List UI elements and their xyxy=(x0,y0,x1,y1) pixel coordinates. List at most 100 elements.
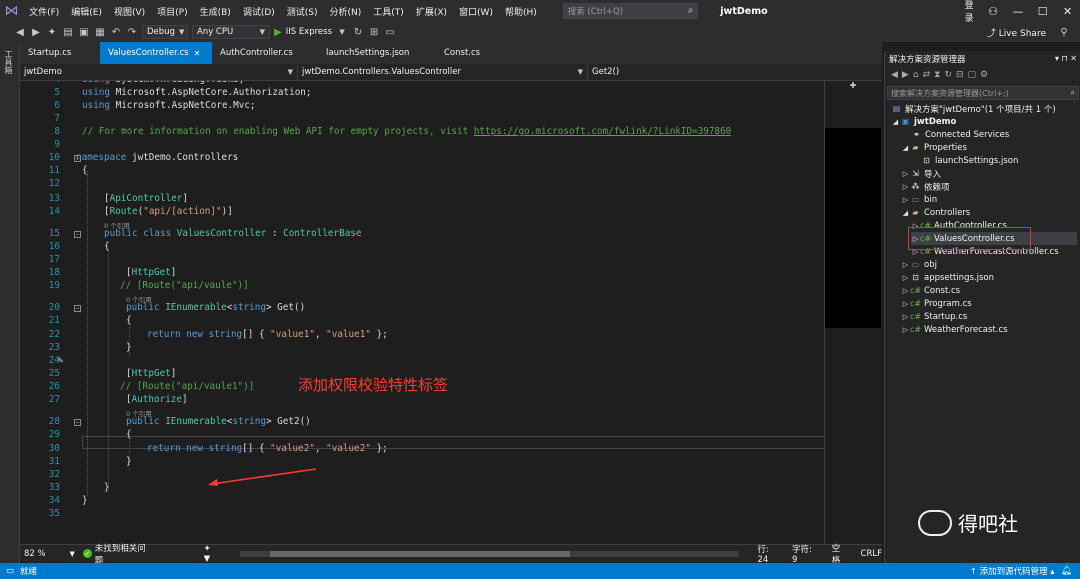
issues-indicator[interactable]: ✓ 未找到相关问题 xyxy=(82,542,154,566)
tree-item-program[interactable]: ▷ c# Program.cs xyxy=(901,297,972,310)
menu-test[interactable]: 测试(S) xyxy=(281,5,324,18)
bookmark-icon[interactable]: ▭ xyxy=(384,27,396,38)
tree-item-controllers[interactable]: ◢ ▰ Controllers xyxy=(901,206,970,219)
forward-icon[interactable]: ▶ xyxy=(902,70,909,80)
split-icon[interactable]: ✚ xyxy=(825,81,881,91)
minimize-button[interactable]: — xyxy=(1005,5,1030,18)
run-target-button[interactable]: IIS Express xyxy=(286,27,332,37)
save-all-icon[interactable]: ▦ xyxy=(94,27,106,38)
tab-launchsettings[interactable]: launchSettings.json xyxy=(318,42,436,64)
minimap[interactable]: ✚ xyxy=(824,81,882,544)
global-search-input[interactable]: 搜索 (Ctrl+Q) ⌕ xyxy=(562,3,699,19)
menu-edit[interactable]: 编辑(E) xyxy=(65,5,108,18)
collapse-toggle-icon[interactable]: − xyxy=(74,305,81,312)
close-button[interactable]: ✕ xyxy=(1055,5,1080,18)
new-item-icon[interactable]: ✦ xyxy=(46,27,58,38)
collapsed-icon[interactable]: ▷ xyxy=(901,313,910,321)
tree-item-bin[interactable]: ▷ ▭ bin xyxy=(901,193,937,206)
collapse-toggle-icon[interactable]: − xyxy=(74,231,81,238)
browser-link-icon[interactable]: ⊞ xyxy=(368,27,380,38)
project-dropdown[interactable]: jwtDemo ▼ xyxy=(20,64,298,80)
solution-search-input[interactable]: 搜索解决方案资源管理器(Ctrl+;) ⌕ xyxy=(887,86,1079,100)
home-icon[interactable]: ⌂ xyxy=(913,70,919,80)
collapsed-icon[interactable]: ▷ xyxy=(901,196,910,204)
close-tab-icon[interactable]: ✕ xyxy=(194,49,201,58)
member-dropdown[interactable]: Get2() xyxy=(588,65,882,80)
tree-item-weatherforecast[interactable]: ▷ c# WeatherForecast.cs xyxy=(901,323,1008,336)
refresh-icon[interactable]: ↻ xyxy=(352,27,364,38)
collapsed-icon[interactable]: ▷ xyxy=(901,326,910,334)
maximize-button[interactable]: ☐ xyxy=(1030,5,1055,18)
tree-item-launchsettings[interactable]: ⊡ launchSettings.json xyxy=(921,154,1018,167)
refresh-icon[interactable]: ↻ xyxy=(944,70,952,80)
tree-item-project[interactable]: ◢ ▣ jwtDemo xyxy=(891,115,957,128)
user-icon[interactable]: ⚇ xyxy=(981,5,1006,18)
class-dropdown[interactable]: jwtDemo.Controllers.ValuesController ▼ xyxy=(298,64,588,80)
tree-item-const[interactable]: ▷ c# Const.cs xyxy=(901,284,960,297)
brush-icon[interactable]: ✦ ▼ xyxy=(204,544,220,564)
tab-authcontroller[interactable]: AuthController.cs xyxy=(212,42,318,64)
toolbox-tab[interactable]: 工具箱 xyxy=(4,50,14,74)
back-icon[interactable]: ◀ xyxy=(891,70,898,80)
scrollbar-thumb[interactable] xyxy=(269,550,570,557)
platform-select[interactable]: Any CPU ▼ xyxy=(192,25,270,39)
show-all-files-icon[interactable]: ▢ xyxy=(968,70,977,80)
menu-view[interactable]: 视图(V) xyxy=(108,5,151,18)
expanded-icon[interactable]: ◢ xyxy=(901,144,910,152)
tree-item-startup[interactable]: ▷ c# Startup.cs xyxy=(901,310,968,323)
chevron-down-icon[interactable]: ▼ xyxy=(70,550,75,558)
notifications-icon[interactable]: 🔔︎ xyxy=(1061,566,1072,576)
tree-item-connected-services[interactable]: ⚭ Connected Services xyxy=(911,128,1009,141)
menu-help[interactable]: 帮助(H) xyxy=(499,5,543,18)
chevron-down-icon[interactable]: ▼ xyxy=(336,28,348,36)
tree-item-imports[interactable]: ▷ ⇲ 导入 xyxy=(901,167,941,180)
panel-controls[interactable]: ▾ ⊓ ✕ xyxy=(1055,54,1080,63)
tab-valuescontroller[interactable]: ValuesController.cs ✕ xyxy=(100,42,212,64)
collapse-toggle-icon[interactable]: − xyxy=(74,419,81,426)
tree-item-appsettings[interactable]: ▷ ⊡ appsettings.json xyxy=(901,271,994,284)
redo-icon[interactable]: ↷ xyxy=(126,27,138,38)
back-icon[interactable]: ◀ xyxy=(14,27,26,38)
expanded-icon[interactable]: ◢ xyxy=(901,209,910,217)
configuration-select[interactable]: Debug ▼ xyxy=(142,25,188,39)
collapsed-icon[interactable]: ▷ xyxy=(901,183,910,191)
code-editor[interactable]: 4 using System.Threading.Tasks; 5 using Mi… xyxy=(20,81,824,544)
tab-startup[interactable]: Startup.cs xyxy=(20,42,100,64)
add-to-source-control-button[interactable]: ↑ 添加到源代码管理 ▴ xyxy=(970,565,1055,577)
undo-icon[interactable]: ↶ xyxy=(110,27,122,38)
menu-debug[interactable]: 调试(D) xyxy=(237,5,281,18)
menu-extensions[interactable]: 扩展(X) xyxy=(410,5,453,18)
zoom-level[interactable]: 82 % xyxy=(20,549,70,559)
collapsed-icon[interactable]: ▷ xyxy=(901,274,910,282)
save-icon[interactable]: ▣ xyxy=(78,27,90,38)
sync-icon[interactable]: ⇄ xyxy=(923,70,931,80)
collapsed-icon[interactable]: ▷ xyxy=(901,287,910,295)
menu-file[interactable]: 文件(F) xyxy=(23,5,65,18)
pending-changes-icon[interactable]: ⧗ xyxy=(934,70,940,80)
start-debugging-icon[interactable]: ▶ xyxy=(274,27,282,38)
horizontal-scrollbar[interactable] xyxy=(239,550,740,557)
collapsed-icon[interactable]: ▷ xyxy=(901,261,910,269)
tree-item-dependencies[interactable]: ▷ ⁂ 依赖项 xyxy=(901,180,950,193)
open-file-icon[interactable]: ▤ xyxy=(62,27,74,38)
menu-build[interactable]: 生成(B) xyxy=(194,5,237,18)
menu-project[interactable]: 项目(P) xyxy=(151,5,193,18)
login-link[interactable]: 登录 xyxy=(965,0,981,24)
live-share-button[interactable]: ⤴ Live Share xyxy=(987,26,1046,39)
collapsed-icon[interactable]: ▷ xyxy=(901,170,910,178)
fwlink-url[interactable]: https://go.microsoft.com/fwlink/?LinkID=… xyxy=(474,126,731,137)
quick-actions-icon[interactable]: ✎ xyxy=(58,355,64,366)
minimap-viewport[interactable] xyxy=(825,128,881,328)
menu-tools[interactable]: 工具(T) xyxy=(367,5,410,18)
collapse-all-icon[interactable]: ⊟ xyxy=(956,70,964,80)
menu-analyze[interactable]: 分析(N) xyxy=(324,5,368,18)
menu-window[interactable]: 窗口(W) xyxy=(453,5,499,18)
tab-const[interactable]: Const.cs xyxy=(436,42,516,64)
forward-icon[interactable]: ▶ xyxy=(30,27,42,38)
tree-item-properties[interactable]: ◢ ▰ Properties xyxy=(901,141,967,154)
feedback-icon[interactable]: ⚲ xyxy=(1058,27,1070,38)
tree-item-obj[interactable]: ▷ ▭ obj xyxy=(901,258,937,271)
tree-item-solution[interactable]: ▤ 解决方案"jwtDemo"(1 个项目/共 1 个) xyxy=(891,102,1056,115)
expanded-icon[interactable]: ◢ xyxy=(891,118,900,126)
collapsed-icon[interactable]: ▷ xyxy=(901,300,910,308)
